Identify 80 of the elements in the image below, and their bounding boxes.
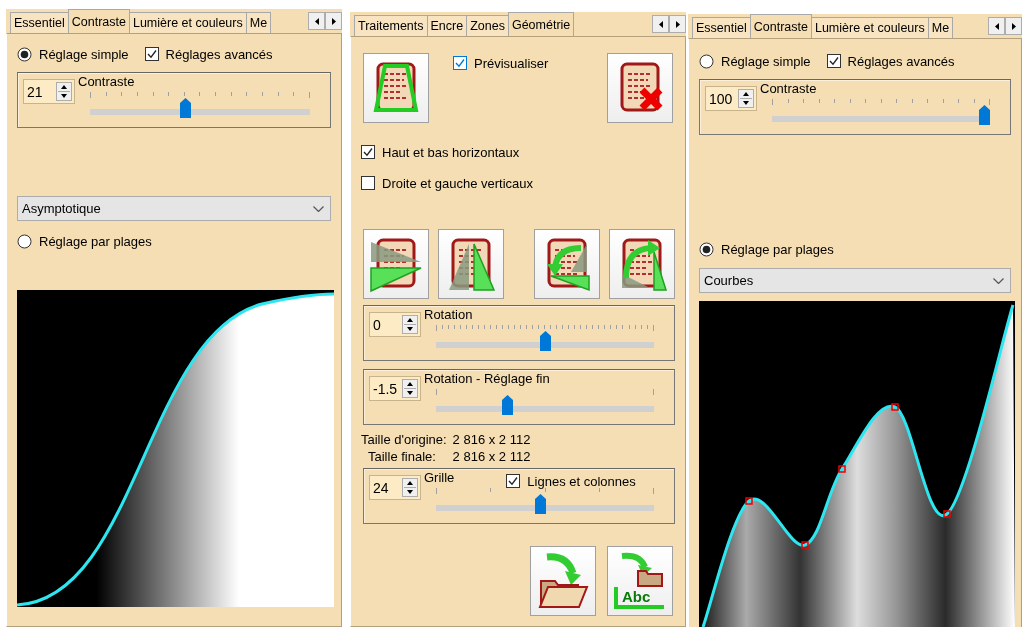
spin-arrows-icon[interactable] bbox=[56, 82, 72, 101]
checkbox-label: Droite et gauche verticaux bbox=[382, 175, 534, 191]
tab[interactable]: Lumière et couleurs bbox=[128, 12, 247, 33]
tab[interactable]: Essentiel bbox=[692, 17, 751, 38]
caret-right-icon bbox=[331, 17, 336, 25]
size-label: Taille finale: bbox=[367, 448, 437, 465]
tool-button[interactable] bbox=[609, 229, 675, 299]
tab[interactable]: Me bbox=[245, 12, 272, 33]
spin-arrows-icon[interactable] bbox=[402, 478, 418, 497]
number-field[interactable]: 0 bbox=[369, 312, 421, 337]
tool-button[interactable]: Abc bbox=[607, 546, 673, 616]
tool-button[interactable] bbox=[534, 229, 600, 299]
checkbox-label: Lignes et colonnes bbox=[527, 473, 636, 489]
slider-label: Rotation - Réglage fin bbox=[424, 370, 550, 386]
checkbox[interactable] bbox=[453, 56, 467, 70]
tool-button[interactable] bbox=[530, 546, 596, 616]
radio-button[interactable] bbox=[699, 241, 714, 257]
slider-label: Grille bbox=[424, 469, 455, 485]
tab[interactable]: Géométrie bbox=[507, 12, 575, 36]
chevron-down-icon bbox=[993, 277, 1004, 284]
number-field[interactable]: 100 bbox=[705, 86, 757, 111]
slider-thumb[interactable] bbox=[179, 98, 191, 118]
caret-right-icon bbox=[1011, 22, 1016, 30]
number-field[interactable]: 21 bbox=[23, 79, 75, 104]
tab[interactable]: Me bbox=[927, 17, 954, 38]
scroll-left-button[interactable] bbox=[308, 12, 325, 30]
size-value: 2 816 x 2 112 bbox=[452, 448, 531, 465]
slider-thumb[interactable] bbox=[502, 395, 514, 415]
slider-thumb[interactable] bbox=[535, 494, 547, 514]
radio-label: Réglage par plages bbox=[39, 233, 152, 249]
tab[interactable]: Lumière et couleurs bbox=[810, 17, 929, 38]
slider-label: Rotation bbox=[424, 306, 473, 322]
caret-left-icon bbox=[658, 20, 663, 28]
checkbox-label: Réglages avancés bbox=[165, 46, 273, 62]
caret-left-icon bbox=[314, 17, 319, 25]
size-value: 2 816 x 2 112 bbox=[452, 431, 531, 448]
checkbox[interactable] bbox=[361, 145, 375, 159]
slider-thumb[interactable] bbox=[539, 331, 551, 351]
number-field[interactable]: -1.5 bbox=[369, 376, 421, 401]
checkbox-label: Haut et bas horizontaux bbox=[382, 144, 520, 160]
checkbox-label: Réglages avancés bbox=[847, 53, 955, 69]
tool-button[interactable] bbox=[607, 53, 673, 123]
scroll-left-button[interactable] bbox=[988, 17, 1005, 35]
slider-thumb[interactable] bbox=[979, 105, 990, 125]
slider-label: Contraste bbox=[760, 80, 817, 96]
scroll-right-button[interactable] bbox=[669, 15, 686, 33]
checkbox[interactable] bbox=[826, 54, 841, 68]
slider-label: Contraste bbox=[78, 73, 135, 89]
caret-right-icon bbox=[675, 20, 680, 28]
tab[interactable]: Traitements bbox=[354, 15, 428, 36]
caret-left-icon bbox=[994, 22, 999, 30]
size-label: Taille d'origine: bbox=[361, 431, 447, 448]
tab[interactable]: Zones bbox=[466, 15, 509, 36]
tab[interactable]: Encre bbox=[426, 15, 468, 36]
tab[interactable]: Essentiel bbox=[10, 12, 69, 33]
checkbox[interactable] bbox=[361, 176, 375, 190]
tool-button[interactable] bbox=[363, 229, 429, 299]
radio-label: Réglage simple bbox=[39, 46, 129, 62]
icon-text: Abc bbox=[622, 588, 651, 605]
dropdown[interactable]: Asymptotique bbox=[17, 196, 331, 221]
spin-arrows-icon[interactable] bbox=[402, 315, 418, 334]
radio-label: Réglage simple bbox=[721, 53, 811, 69]
scroll-right-button[interactable] bbox=[325, 12, 342, 30]
checkbox[interactable] bbox=[144, 47, 159, 61]
checkbox[interactable] bbox=[506, 474, 521, 488]
spin-arrows-icon[interactable] bbox=[402, 379, 418, 398]
chevron-down-icon bbox=[313, 205, 324, 212]
radio-label: Réglage par plages bbox=[721, 241, 834, 257]
checkbox-label: Prévisualiser bbox=[474, 55, 549, 71]
tool-button[interactable] bbox=[438, 229, 504, 299]
dropdown[interactable]: Courbes bbox=[699, 268, 1011, 293]
radio-button[interactable] bbox=[699, 53, 714, 69]
folder-text-icon bbox=[614, 552, 664, 609]
radio-button[interactable] bbox=[17, 46, 32, 62]
scroll-left-button[interactable] bbox=[652, 15, 669, 33]
radio-button[interactable] bbox=[17, 233, 32, 249]
tool-button[interactable] bbox=[363, 53, 429, 123]
scroll-right-button[interactable] bbox=[1005, 17, 1022, 35]
number-field[interactable]: 24 bbox=[369, 475, 421, 500]
spin-arrows-icon[interactable] bbox=[738, 89, 754, 108]
